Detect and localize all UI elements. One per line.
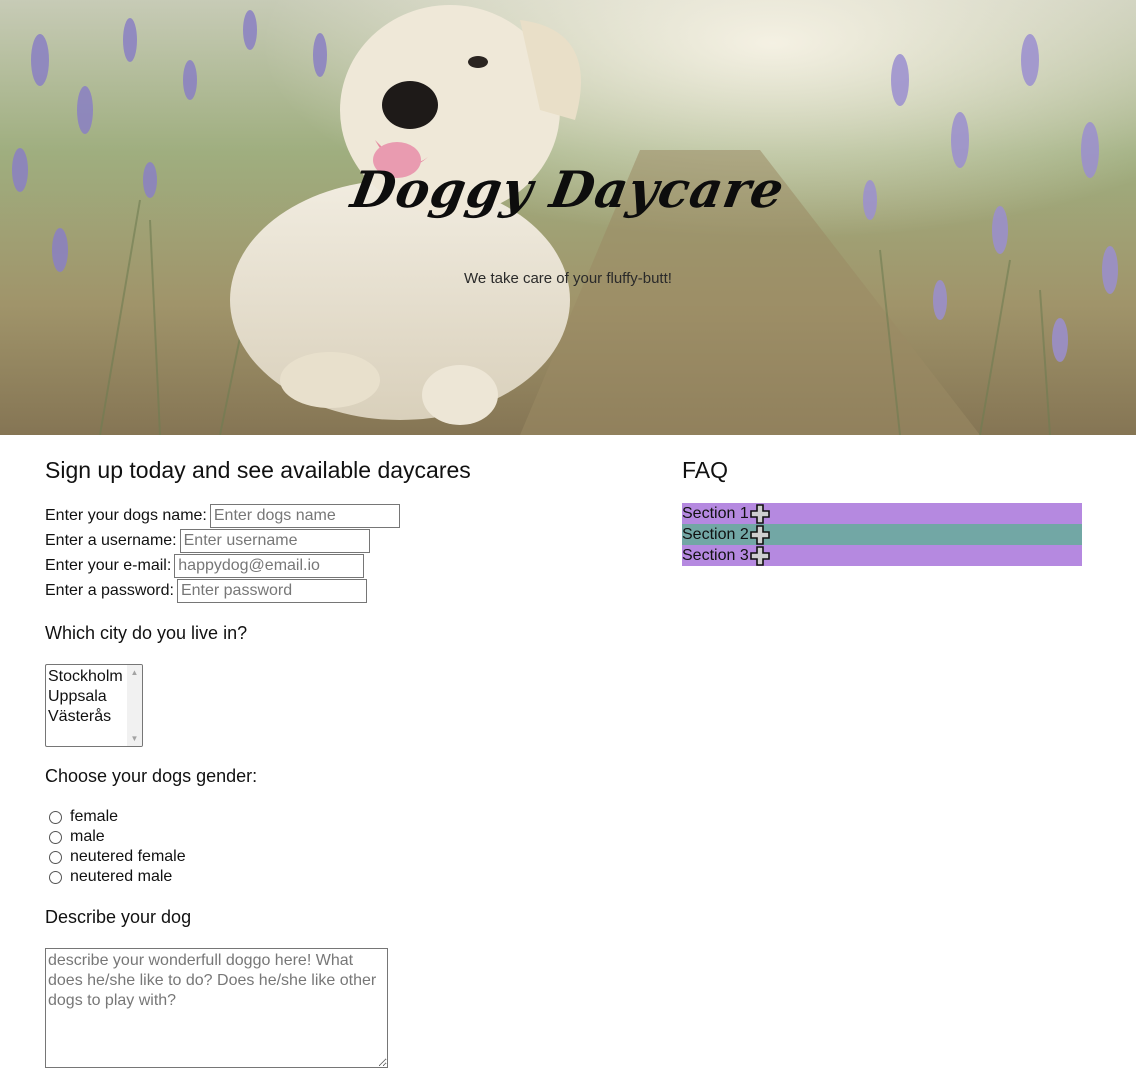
username-input[interactable] <box>179 528 370 553</box>
describe-title: Describe your dog <box>45 907 192 927</box>
email-input[interactable] <box>174 553 365 578</box>
gender-label-neutered-female: neutered female <box>70 848 186 865</box>
password-input[interactable] <box>176 578 367 603</box>
gender-label-female: female <box>70 808 119 825</box>
gender-question: Choose your dogs gender: <box>45 766 258 786</box>
gender-radio-group: female male neutered female neutered mal… <box>49 807 186 887</box>
username-row: Enter a username: <box>45 528 400 553</box>
gender-option-neutered-male[interactable]: neutered male <box>49 867 186 887</box>
dog-name-input[interactable] <box>209 503 400 528</box>
email-row: Enter your e-mail: <box>45 553 400 578</box>
faq-section-2-label: Section 2 <box>682 525 749 543</box>
faq-section-3[interactable]: Section 3 <box>682 545 1082 566</box>
gender-option-male[interactable]: male <box>49 827 186 847</box>
gender-label-neutered-male: neutered male <box>70 868 173 885</box>
scroll-down-icon[interactable]: ▼ <box>127 734 142 743</box>
faq-section-1-label: Section 1 <box>682 504 749 522</box>
email-label: Enter your e-mail: <box>45 556 172 574</box>
plus-icon[interactable] <box>749 545 770 566</box>
dog-name-row: Enter your dogs name: <box>45 503 400 528</box>
username-label: Enter a username: <box>45 531 177 549</box>
scroll-up-icon[interactable]: ▲ <box>127 668 142 677</box>
password-label: Enter a password: <box>45 581 174 599</box>
radio-neutered-male[interactable] <box>49 870 62 884</box>
main-content: Sign up today and see available daycares… <box>0 435 1136 1083</box>
faq-section-1[interactable]: Section 1 <box>682 503 1082 524</box>
radio-female[interactable] <box>49 810 62 824</box>
faq-section-3-label: Section 3 <box>682 546 749 564</box>
faq-list: Section 1 Section 2 Section 3 <box>682 503 1082 566</box>
plus-icon[interactable] <box>749 503 770 524</box>
gender-option-female[interactable]: female <box>49 807 186 827</box>
city-select[interactable]: Stockholm Uppsala Västerås ▲ ▼ <box>45 664 143 747</box>
gender-option-neutered-female[interactable]: neutered female <box>49 847 186 867</box>
city-select-scrollbar[interactable]: ▲ ▼ <box>127 665 142 746</box>
radio-neutered-female[interactable] <box>49 850 62 864</box>
signup-title: Sign up today and see available daycares <box>45 457 471 483</box>
dog-name-label: Enter your dogs name: <box>45 506 207 524</box>
radio-male[interactable] <box>49 830 62 844</box>
password-row: Enter a password: <box>45 578 400 603</box>
city-question: Which city do you live in? <box>45 623 248 643</box>
faq-title: FAQ <box>682 457 729 483</box>
gender-label-male: male <box>70 828 105 845</box>
faq-section-2[interactable]: Section 2 <box>682 524 1082 545</box>
hero-subtitle: We take care of your fluffy-butt! <box>464 270 672 287</box>
hero-title: Doggy Daycare <box>346 160 790 219</box>
signup-fields: Enter your dogs name: Enter a username: … <box>45 503 400 603</box>
describe-dog-textarea[interactable] <box>45 948 388 1068</box>
hero-banner: Doggy Daycare We take care of your fluff… <box>0 0 1136 435</box>
plus-icon[interactable] <box>749 524 770 545</box>
